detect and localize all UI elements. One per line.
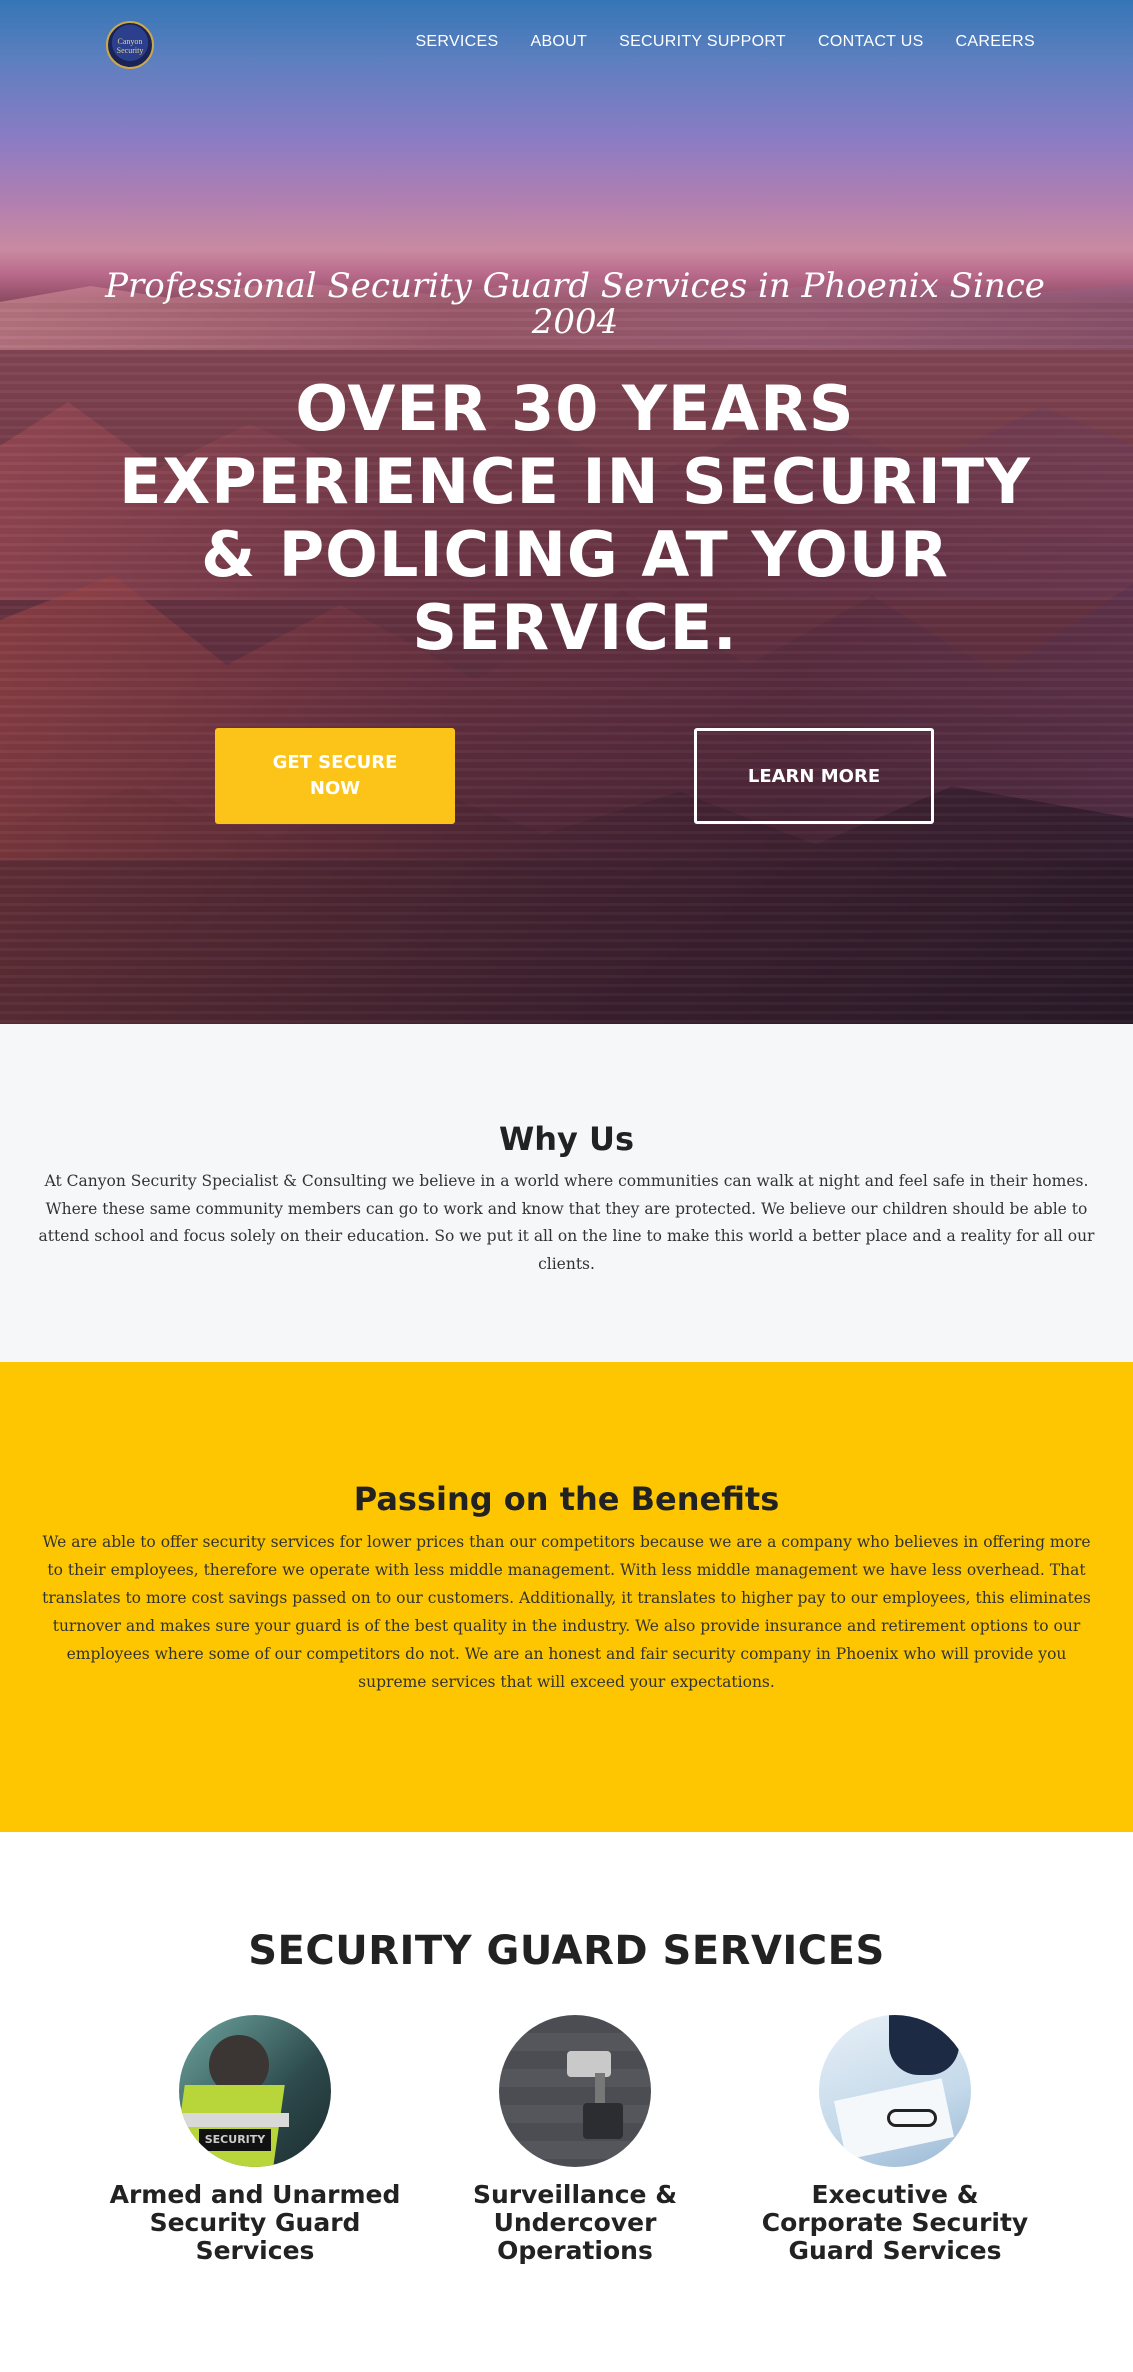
- junction-box-shape: [583, 2103, 623, 2139]
- services-title: SECURITY GUARD SERVICES: [248, 1928, 885, 1974]
- service-title-surveillance[interactable]: Surveillance & Undercover Operations: [425, 2181, 725, 2265]
- services-section: SECURITY GUARD SERVICES SECURITY Armed a…: [0, 1832, 1133, 2372]
- benefits-title: Passing on the Benefits: [353, 1480, 780, 1518]
- main-nav: SERVICES ABOUT SECURITY SUPPORT CONTACT …: [383, 33, 1035, 51]
- learn-more-button[interactable]: LEARN MORE: [694, 728, 934, 824]
- company-logo[interactable]: Canyon Security: [106, 21, 154, 69]
- executive-business-image[interactable]: [819, 2015, 971, 2167]
- hero-headline: OVER 30 YEARS EXPERIENCE IN SECURITY & P…: [119, 372, 1031, 664]
- why-us-body: At Canyon Security Specialist & Consulti…: [38, 1172, 1095, 1273]
- hero-section: Canyon Security SERVICES ABOUT SECURITY …: [0, 0, 1133, 1024]
- security-patch: SECURITY: [199, 2129, 271, 2151]
- glasses-icon: [887, 2109, 937, 2127]
- logo-text: Canyon Security: [116, 37, 144, 55]
- why-us-title: Why Us: [498, 1120, 635, 1158]
- business-suit-shape: [889, 2015, 959, 2075]
- get-secure-now-button[interactable]: GET SECURE NOW: [215, 728, 455, 824]
- service-title-executive-corporate[interactable]: Executive & Corporate Security Guard Ser…: [745, 2181, 1045, 2265]
- hero-tagline: Professional Security Guard Services in …: [105, 266, 1045, 342]
- service-card-surveillance[interactable]: Surveillance & Undercover Operations: [425, 2015, 725, 2265]
- nav-item-security-support[interactable]: SECURITY SUPPORT: [619, 33, 786, 51]
- security-guard-image[interactable]: SECURITY: [179, 2015, 331, 2167]
- reflective-band-shape: [179, 2113, 289, 2127]
- nav-item-about[interactable]: ABOUT: [530, 33, 587, 51]
- service-card-executive-corporate[interactable]: Executive & Corporate Security Guard Ser…: [745, 2015, 1045, 2265]
- service-card-armed-unarmed[interactable]: SECURITY Armed and Unarmed Security Guar…: [105, 2015, 405, 2265]
- nav-item-contact-us[interactable]: CONTACT US: [818, 33, 924, 51]
- service-title-armed-unarmed[interactable]: Armed and Unarmed Security Guard Service…: [105, 2181, 405, 2265]
- why-us-section: Why Us At Canyon Security Specialist & C…: [0, 1024, 1133, 1362]
- surveillance-camera-image[interactable]: [499, 2015, 651, 2167]
- benefits-body: We are able to offer security services f…: [42, 1533, 1091, 1691]
- benefits-section: Passing on the Benefits We are able to o…: [0, 1362, 1133, 1832]
- nav-item-services[interactable]: SERVICES: [415, 33, 498, 51]
- nav-item-careers[interactable]: CAREERS: [956, 33, 1035, 51]
